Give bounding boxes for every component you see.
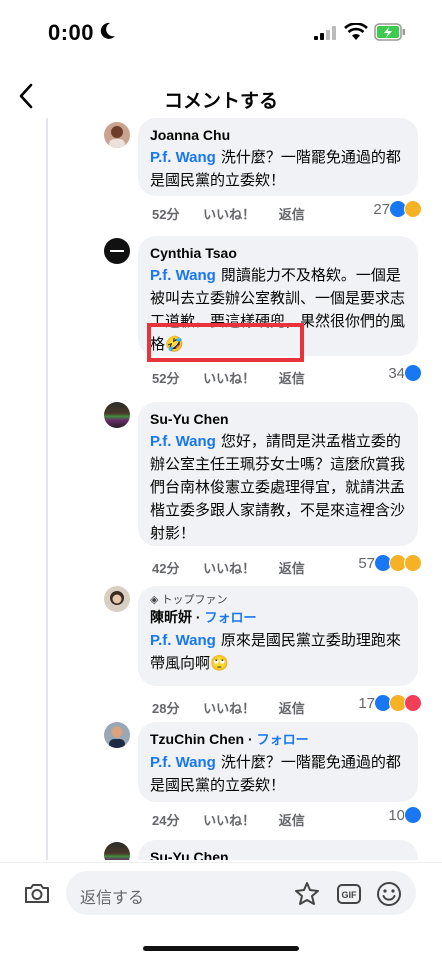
avatar[interactable] bbox=[104, 842, 130, 860]
mention-link[interactable]: P.f. Wang bbox=[150, 267, 216, 284]
comment-author[interactable]: TzuChin Chen bbox=[150, 731, 244, 747]
like-button[interactable]: いいね！ bbox=[203, 371, 255, 386]
comment-actions: 28分 いいね！ 返信 bbox=[152, 698, 325, 717]
reaction-count: 57 bbox=[358, 554, 375, 572]
comment-thread[interactable]: Joanna Chu P.f. Wang 洗什麼？一階罷免通過的都是國民黨的立委欸… bbox=[0, 118, 442, 860]
like-button[interactable]: いいね！ bbox=[203, 561, 255, 576]
avatar[interactable] bbox=[104, 402, 130, 428]
wow-reaction-icon bbox=[404, 554, 422, 572]
svg-text:GIF: GIF bbox=[342, 890, 358, 900]
reply-button[interactable]: 返信 bbox=[279, 371, 305, 386]
highlight-box bbox=[147, 323, 304, 362]
reply-button[interactable]: 返信 bbox=[279, 701, 305, 716]
comment-bubble: Su-Yu Chen P.f. Wang 您好，請問是洪孟楷立委的辦公室主任王珮芬… bbox=[138, 402, 418, 546]
comment-time: 52分 bbox=[152, 371, 180, 386]
home-indicator bbox=[143, 946, 299, 951]
comment-actions: 52分 いいね！ 返信 bbox=[152, 204, 325, 223]
comment-time: 28分 bbox=[152, 701, 180, 716]
reaction-count: 27 bbox=[373, 200, 390, 218]
like-reaction-icon bbox=[404, 364, 422, 382]
top-fan-label: トップファン bbox=[161, 594, 228, 606]
gif-icon[interactable]: GIF bbox=[336, 881, 362, 907]
comment-actions: 24分 いいね！ 返信 bbox=[152, 810, 325, 829]
haha-reaction-icon bbox=[404, 200, 422, 218]
avatar[interactable] bbox=[104, 238, 130, 264]
nav-bar: コメントする bbox=[0, 70, 442, 124]
reaction-count: 10 bbox=[388, 806, 405, 824]
emoji-icon[interactable] bbox=[376, 881, 402, 907]
reactions[interactable]: 27 bbox=[373, 200, 422, 218]
comment-author[interactable]: 陳昕妍 bbox=[150, 609, 192, 625]
love-reaction-icon bbox=[404, 694, 422, 712]
reply-placeholder: 返信する bbox=[80, 890, 145, 907]
avatar[interactable] bbox=[104, 722, 130, 748]
like-button[interactable]: いいね！ bbox=[203, 813, 255, 828]
like-button[interactable]: いいね！ bbox=[203, 207, 255, 222]
signal-icon bbox=[314, 26, 336, 40]
reaction-count: 34 bbox=[388, 364, 405, 382]
comment-author[interactable]: Su-Yu Chen bbox=[150, 848, 406, 860]
reply-input[interactable]: 返信する GIF bbox=[66, 871, 416, 915]
reply-button[interactable]: 返信 bbox=[279, 813, 305, 828]
reactions[interactable]: 10 bbox=[388, 806, 422, 824]
reply-button[interactable]: 返信 bbox=[279, 561, 305, 576]
comment-bubble: Su-Yu Chen bbox=[138, 840, 418, 860]
page-title: コメントする bbox=[163, 91, 278, 112]
avatar-sticker-icon[interactable] bbox=[294, 881, 320, 907]
comment-bubble: ◈ トップファン 陳昕妍 · フォロー P.f. Wang 原來是國民黨立委助理跑… bbox=[138, 586, 418, 686]
like-reaction-icon bbox=[404, 806, 422, 824]
top-fan-badge: ◈ トップファン bbox=[150, 594, 228, 606]
wifi-icon bbox=[344, 23, 368, 40]
avatar[interactable] bbox=[104, 122, 130, 148]
reaction-count: 17 bbox=[358, 694, 375, 712]
reactions[interactable]: 34 bbox=[388, 364, 422, 382]
comment-bubble: TzuChin Chen · フォロー P.f. Wang 洗什麼？一階罷免通過的… bbox=[138, 722, 418, 802]
battery-charging-icon bbox=[374, 23, 405, 41]
comment-author[interactable]: Joanna Chu bbox=[150, 126, 406, 144]
status-bar: 0:00 bbox=[0, 0, 442, 64]
mention-link[interactable]: P.f. Wang bbox=[150, 149, 216, 166]
reactions[interactable]: 57 bbox=[358, 554, 422, 572]
comment-author[interactable]: Su-Yu Chen bbox=[150, 410, 406, 428]
mention-link[interactable]: P.f. Wang bbox=[150, 632, 216, 649]
comment-time: 52分 bbox=[152, 207, 180, 222]
like-button[interactable]: いいね！ bbox=[203, 701, 255, 716]
status-time: 0:00 bbox=[48, 20, 95, 45]
reactions[interactable]: 17 bbox=[358, 694, 422, 712]
follow-button[interactable]: フォロー bbox=[257, 732, 309, 747]
comment-actions: 52分 いいね！ 返信 bbox=[152, 368, 325, 387]
comment-author[interactable]: Cynthia Tsao bbox=[150, 244, 406, 262]
mention-link[interactable]: P.f. Wang bbox=[150, 754, 216, 771]
mention-link[interactable]: P.f. Wang bbox=[150, 433, 216, 450]
follow-button[interactable]: フォロー bbox=[204, 610, 256, 625]
reply-button[interactable]: 返信 bbox=[279, 207, 305, 222]
comment-actions: 42分 いいね！ 返信 bbox=[152, 558, 325, 577]
thread-line bbox=[46, 118, 48, 860]
comment-time: 42分 bbox=[152, 561, 180, 576]
moon-icon bbox=[100, 22, 115, 39]
comment-bubble: Joanna Chu P.f. Wang 洗什麼？一階罷免通過的都是國民黨的立委欸… bbox=[138, 118, 418, 196]
camera-icon[interactable] bbox=[24, 881, 50, 905]
comment-time: 24分 bbox=[152, 813, 180, 828]
avatar[interactable] bbox=[104, 586, 130, 612]
